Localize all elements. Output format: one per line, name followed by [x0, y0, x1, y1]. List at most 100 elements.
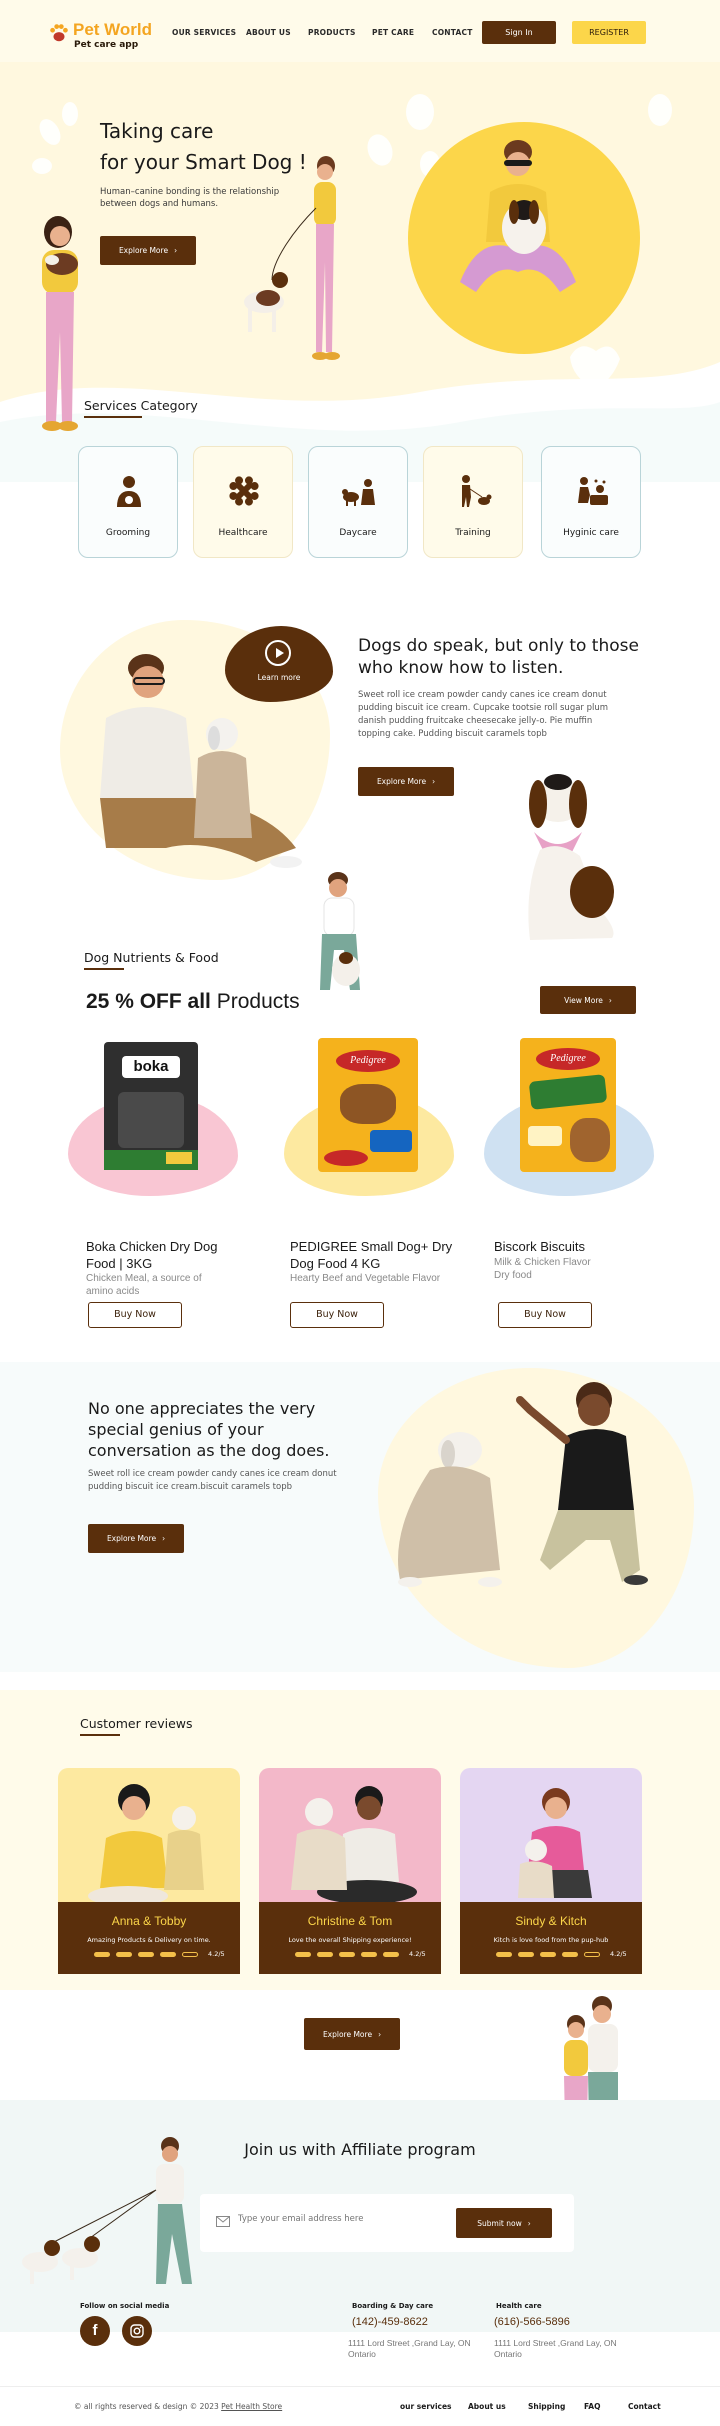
email-subscribe-box: Submit now ›: [200, 2194, 574, 2252]
product-image-boka[interactable]: boka: [104, 1042, 198, 1170]
bone-rating-icon: [584, 1952, 600, 1957]
sign-in-button[interactable]: Sign In: [482, 21, 556, 44]
service-card-hygienic-care[interactable]: Hyginic care: [541, 446, 641, 558]
brand-subtitle: Pet care app: [74, 40, 139, 50]
bone-rating-icon: [182, 1952, 198, 1957]
product-subtitle: Hearty Beef and Vegetable Flavor: [290, 1273, 441, 1284]
chevron-right-icon: ›: [162, 1534, 166, 1543]
buy-now-button[interactable]: Buy Now: [290, 1302, 384, 1328]
copyright: © all rights reserved & design © 2023 Pe…: [74, 2402, 282, 2411]
bone-icon: [229, 476, 259, 506]
talk-explore-button[interactable]: Explore More ›: [358, 767, 454, 796]
learn-more-label: Learn more: [257, 673, 301, 682]
footer-link-faq[interactable]: FAQ: [584, 2402, 600, 2411]
footer-link-services[interactable]: our services: [400, 2402, 452, 2411]
chevron-right-icon: ›: [608, 995, 612, 1005]
reviews-explore-label: Explore More: [322, 2029, 373, 2039]
hero-explore-button[interactable]: Explore More ›: [100, 236, 196, 265]
view-more-label: View More: [564, 995, 603, 1005]
nav-products[interactable]: PRODUCTS: [308, 28, 356, 37]
bone-rating-icon: [295, 1952, 311, 1957]
service-card-grooming[interactable]: Grooming: [78, 446, 178, 558]
product-subtitle: Chicken Meal, a source of amino acids: [86, 1273, 202, 1297]
nutrients-title: Dog Nutrients & Food: [84, 950, 219, 965]
footer-link-about[interactable]: About us: [468, 2402, 506, 2411]
nutrients-underline: [84, 968, 124, 970]
learn-more-badge[interactable]: Learn more: [225, 626, 333, 702]
footer-link-shipping[interactable]: Shipping: [528, 2402, 565, 2411]
reviews-underline: [80, 1734, 120, 1736]
submit-label: Submit now: [477, 2218, 522, 2228]
woman-walking-dog-illustration: [244, 156, 340, 360]
health-label: Health care: [496, 2302, 542, 2310]
reviewer-name: Christine & Tom: [307, 1914, 393, 1928]
nav-about-us[interactable]: ABOUT US: [246, 28, 291, 37]
instagram-icon: [130, 2324, 144, 2338]
nav-pet-care[interactable]: PET CARE: [372, 28, 414, 37]
register-button[interactable]: REGISTER: [572, 21, 646, 44]
buy-now-button[interactable]: Buy Now: [498, 1302, 592, 1328]
health-phone[interactable]: (616)-566-5896: [494, 2316, 570, 2328]
offer-bold: 25 % OFF all: [86, 990, 211, 1013]
hero-title-line1: Taking care: [100, 119, 214, 143]
instagram-button[interactable]: [122, 2316, 152, 2346]
product-name[interactable]: PEDIGREE Small Dog+ Dry Dog Food 4 KG: [290, 1238, 460, 1272]
footer-link-contact[interactable]: Contact: [628, 2402, 661, 2411]
reviewer-name: Sindy & Kitch: [515, 1914, 587, 1928]
training-icon: [462, 475, 492, 507]
review-card[interactable]: Anna & Tobby Amazing Products & Delivery…: [58, 1768, 240, 1974]
rating-value: 4.2/5: [409, 1950, 426, 1958]
buy-now-button[interactable]: Buy Now: [88, 1302, 182, 1328]
product-brand: boka: [122, 1056, 180, 1078]
email-input[interactable]: [238, 2214, 438, 2224]
review-text: Amazing Products & Delivery on time.: [87, 1936, 211, 1944]
product-image-biscrok[interactable]: Pedigree: [520, 1038, 616, 1172]
brand-title[interactable]: Pet World: [73, 20, 152, 40]
product-name[interactable]: Biscork Biscuits: [494, 1238, 654, 1255]
review-footer: Anna & Tobby Amazing Products & Delivery…: [58, 1902, 240, 1974]
review-footer: Christine & Tom Love the overall Shippin…: [259, 1902, 441, 1974]
facebook-button[interactable]: f: [80, 2316, 110, 2346]
talk-title: Dogs do speak, but only to those who kno…: [358, 636, 639, 678]
service-card-training[interactable]: Training: [423, 446, 523, 558]
genius-description: Sweet roll ice cream powder candy canes …: [88, 1469, 337, 1492]
bath-icon: [578, 477, 608, 505]
service-label: Hyginic care: [563, 528, 619, 538]
health-address: 1111 Lord Street ,Grand Lay, ON Ontario: [494, 2338, 617, 2359]
reviewer-photo: [88, 1784, 204, 1902]
services-title: Services Category: [84, 398, 198, 413]
review-card[interactable]: Sindy & Kitch Kitch is love food from th…: [460, 1768, 642, 1974]
man-walking-dogs-illustration: [22, 2137, 192, 2284]
product-subtitle: Milk & Chicken Flavor Dry food: [494, 1257, 591, 1281]
service-label: Healthcare: [218, 528, 268, 538]
service-card-healthcare[interactable]: Healthcare: [193, 446, 293, 558]
boarding-address: 1111 Lord Street ,Grand Lay, ON Ontario: [348, 2338, 471, 2359]
dog-with-bandana-illustration: [528, 774, 614, 940]
daycare-icon: [342, 479, 375, 506]
bone-rating: [496, 1952, 600, 1957]
service-label: Grooming: [105, 528, 151, 538]
review-card[interactable]: Christine & Tom Love the overall Shippin…: [259, 1768, 441, 1974]
bone-rating-icon: [496, 1952, 512, 1957]
nav-contact[interactable]: CONTACT: [432, 28, 473, 37]
product-name[interactable]: Boka Chicken Dry Dog Food | 3KG: [86, 1238, 246, 1272]
reviewer-photo: [518, 1788, 592, 1898]
bone-rating-icon: [383, 1952, 399, 1957]
genius-explore-button[interactable]: Explore More ›: [88, 1524, 184, 1553]
talk-explore-label: Explore More: [376, 777, 427, 786]
reviews-explore-button[interactable]: Explore More ›: [304, 2018, 400, 2050]
boarding-label: Boarding & Day care: [352, 2302, 434, 2310]
bone-rating-icon: [562, 1952, 578, 1957]
bone-rating-icon: [116, 1952, 132, 1957]
product-image-pedigree[interactable]: Pedigree: [318, 1038, 418, 1172]
review-text: Kitch is love food from the pup-hub: [493, 1936, 609, 1944]
service-card-daycare[interactable]: Daycare: [308, 446, 408, 558]
nav-our-services[interactable]: OUR SERVICES: [172, 28, 236, 37]
submit-button[interactable]: Submit now ›: [456, 2208, 552, 2238]
boy-sitting-with-dog-illustration: [460, 140, 576, 292]
product-brand: Pedigree: [536, 1048, 600, 1070]
boarding-phone[interactable]: (142)-459-8622: [352, 2316, 428, 2328]
view-more-button[interactable]: View More ›: [540, 986, 636, 1014]
bone-rating-icon: [317, 1952, 333, 1957]
store-link[interactable]: Pet Health Store: [221, 2402, 282, 2411]
